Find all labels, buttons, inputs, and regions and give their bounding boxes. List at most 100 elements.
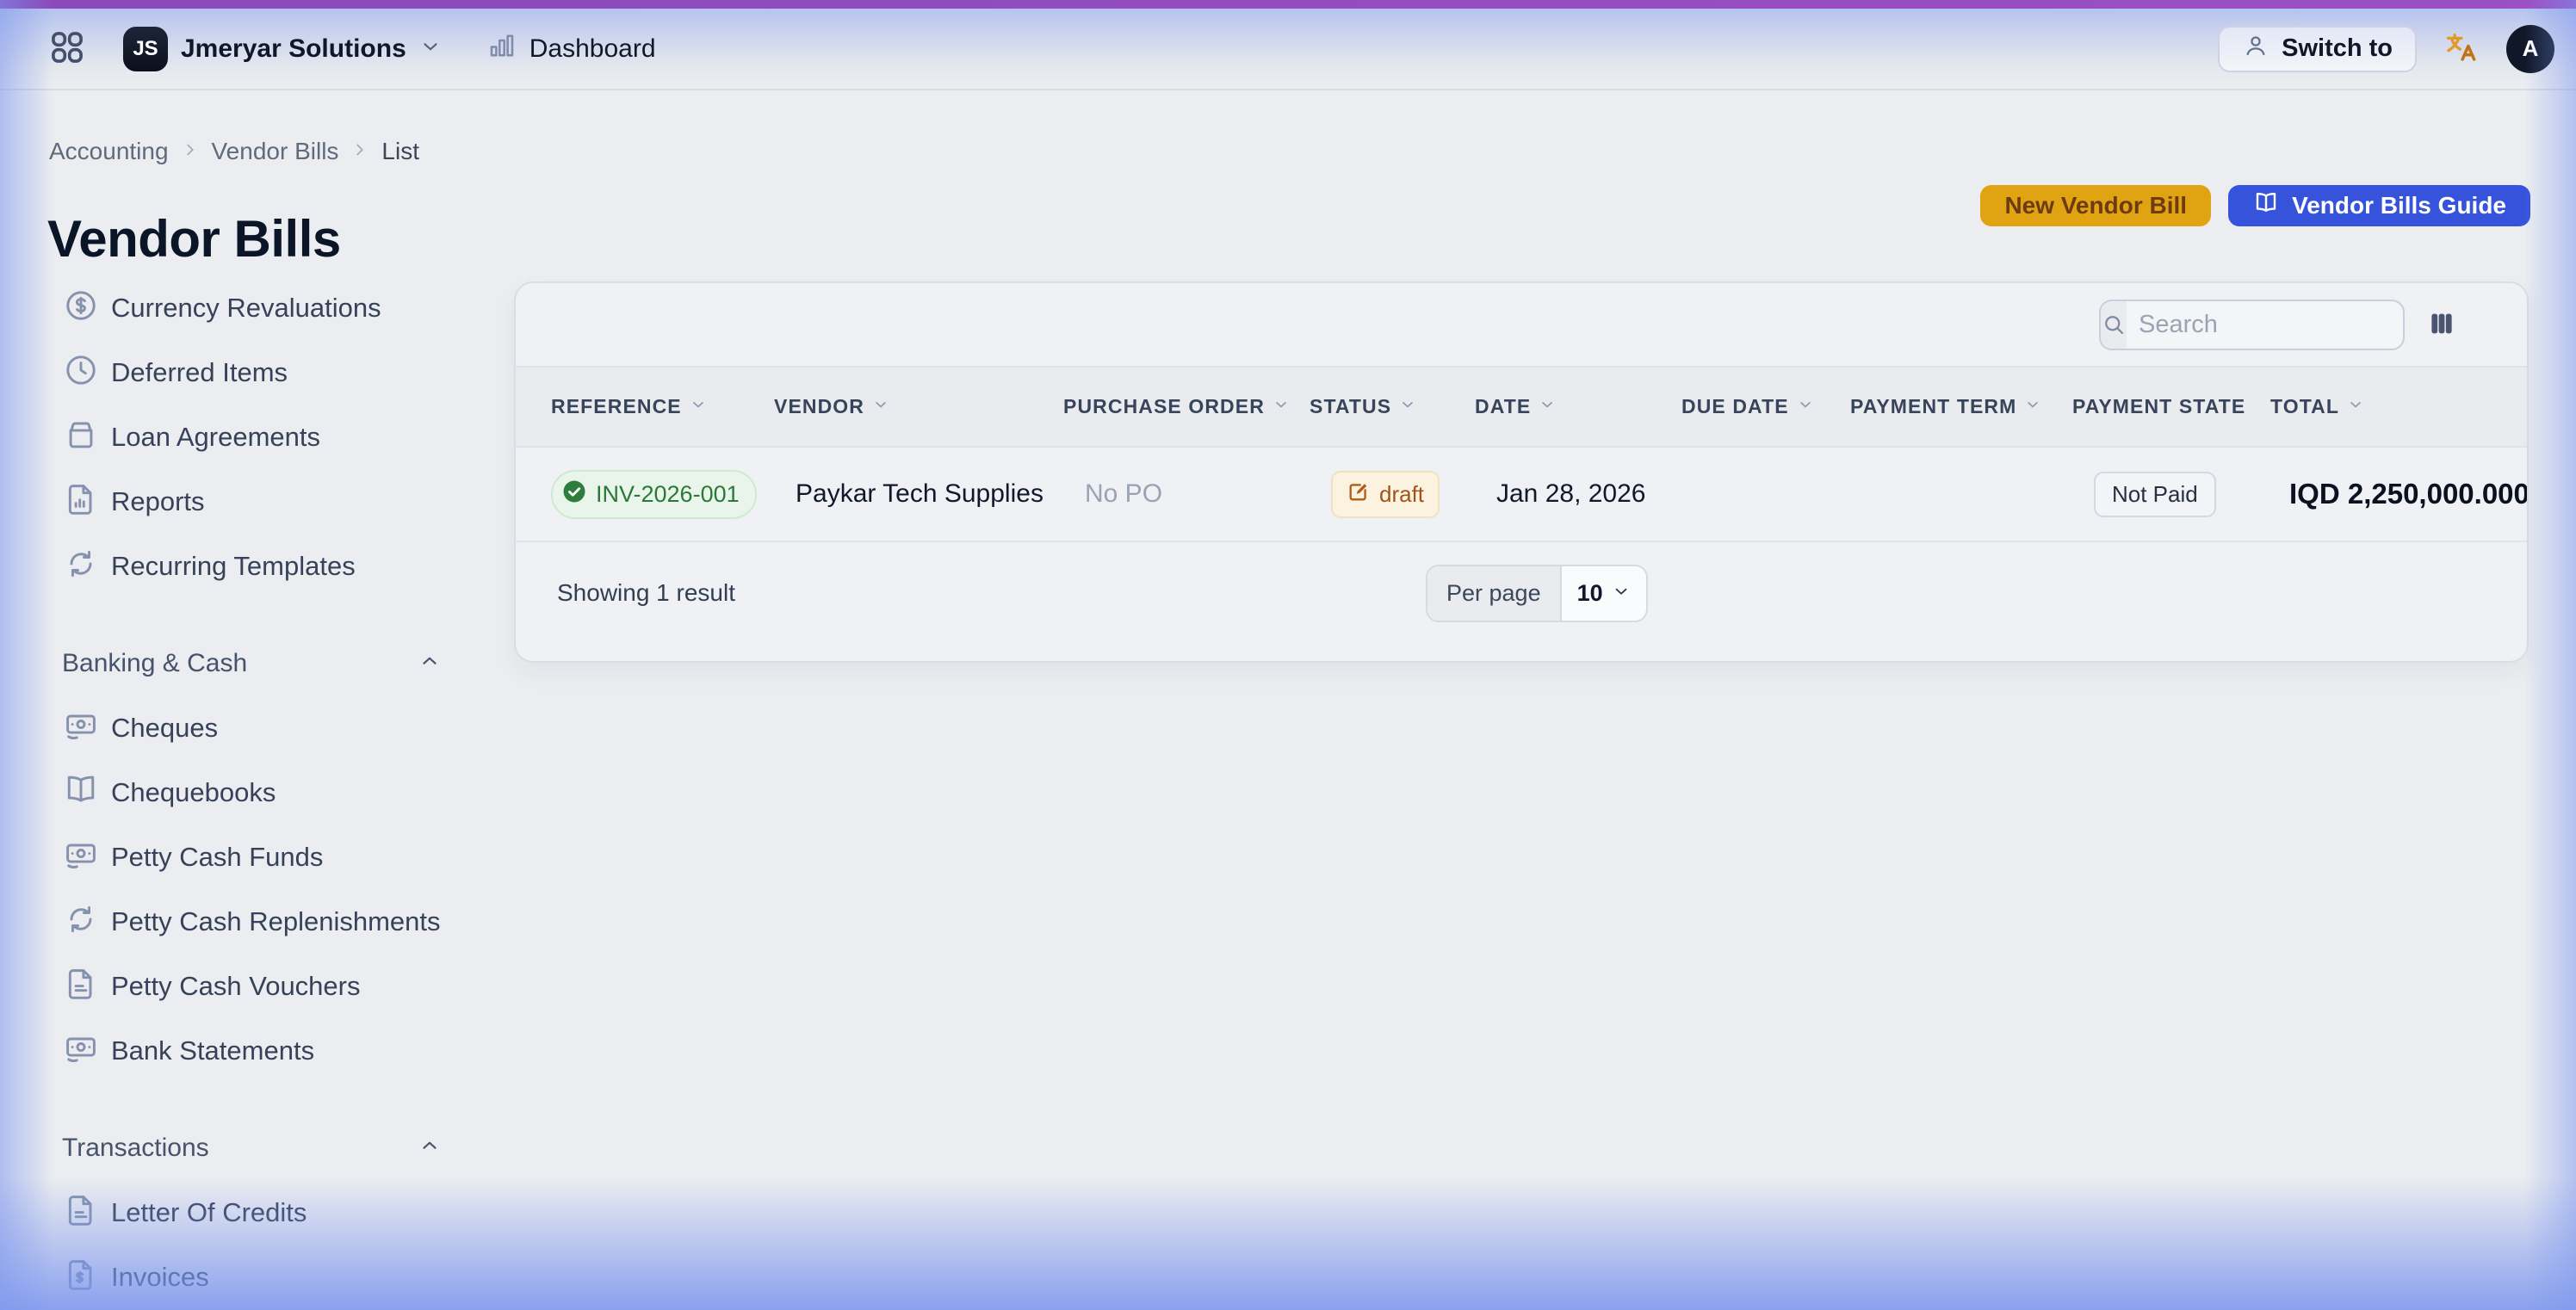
sort-chevron-icon (1797, 395, 1814, 418)
column-header-due-date[interactable]: DUE DATE (1681, 395, 1850, 418)
column-header-status[interactable]: STATUS (1310, 395, 1475, 418)
cell-reference: INV-2026-001 (551, 470, 774, 519)
sidebar-item-label: Bank Statements (111, 1035, 314, 1066)
sidebar-item-deferred-items[interactable]: Deferred Items (62, 340, 441, 405)
sidebar-item-loan-agreements[interactable]: Loan Agreements (62, 405, 441, 469)
reference-text: INV-2026-001 (596, 481, 740, 508)
breadcrumb-list: List (381, 138, 419, 165)
chevron-right-icon (181, 138, 200, 165)
column-header-total[interactable]: TOTAL (2270, 395, 2527, 418)
avatar[interactable]: A (2506, 25, 2554, 73)
banknote-icon (62, 1029, 100, 1072)
sidebar-item-letter-of-credits[interactable]: Letter Of Credits (62, 1180, 441, 1245)
sidebar-item-recurring-templates[interactable]: Recurring Templates (62, 534, 441, 598)
nav-dashboard-label: Dashboard (529, 34, 656, 64)
vendor-bills-table-card: REFERENCE VENDOR PURCHASE ORDER STATUS D… (514, 281, 2529, 663)
page-actions: New Vendor Bill Vendor Bills Guide (1980, 185, 2530, 226)
page: JS Jmeryar Solutions Dashboard (0, 0, 2576, 1310)
grid-icon (47, 28, 87, 70)
language-button[interactable] (2443, 28, 2480, 69)
cell-total: IQD 2,250,000.000 (2270, 478, 2527, 510)
refresh-icon (62, 545, 100, 587)
sidebar-item-label: Petty Cash Replenishments (111, 906, 441, 937)
translate-icon (2443, 28, 2480, 69)
new-vendor-bill-button[interactable]: New Vendor Bill (1980, 185, 2211, 226)
sidebar-item-label: Petty Cash Funds (111, 842, 323, 873)
sidebar-item-bank-statements[interactable]: Bank Statements (62, 1018, 441, 1083)
columns-icon (2427, 309, 2456, 341)
topbar-right: Switch to A (2218, 25, 2554, 73)
sidebar-item-cheques[interactable]: Cheques (62, 695, 441, 760)
status-text: draft (1379, 481, 1424, 508)
sidebar-section-title: Banking & Cash (62, 649, 247, 678)
search-input[interactable] (2127, 311, 2405, 339)
chevron-up-icon (418, 1134, 441, 1161)
clock-icon (62, 351, 100, 393)
sidebar-item-petty-cash-funds[interactable]: Petty Cash Funds (62, 825, 441, 889)
banknote-icon (62, 707, 100, 749)
breadcrumb-vendor-bills[interactable]: Vendor Bills (212, 138, 339, 165)
company-switcher[interactable]: JS Jmeryar Solutions (123, 27, 442, 71)
table-header-row: REFERENCE VENDOR PURCHASE ORDER STATUS D… (516, 366, 2527, 448)
total-amount: IQD 2,250,000.000 (2270, 478, 2529, 510)
cell-status: draft (1310, 471, 1475, 518)
column-header-date[interactable]: DATE (1475, 395, 1681, 418)
column-header-vendor[interactable]: VENDOR (774, 395, 1063, 418)
sidebar-item-chequebooks[interactable]: Chequebooks (62, 760, 441, 825)
sidebar-item-label: Recurring Templates (111, 551, 356, 582)
table-footer: Showing 1 result Per page 10 (516, 541, 2527, 663)
sidebar-item-currency-revaluations[interactable]: Currency Revaluations (62, 275, 441, 340)
cell-date: Jan 28, 2026 (1475, 479, 1681, 509)
top-accent-bar (0, 0, 2576, 9)
sidebar-item-label: Chequebooks (111, 777, 276, 808)
sidebar-item-petty-cash-vouchers[interactable]: Petty Cash Vouchers (62, 954, 441, 1018)
app-launcher-button[interactable] (47, 28, 87, 70)
breadcrumb: Accounting Vendor Bills List (49, 138, 419, 165)
switch-to-label: Switch to (2282, 34, 2393, 63)
bar-chart-icon (486, 30, 517, 68)
reference-badge: INV-2026-001 (551, 470, 757, 519)
cell-vendor: Paykar Tech Supplies (774, 479, 1063, 509)
sort-chevron-icon (1273, 395, 1290, 418)
switch-to-button[interactable]: Switch to (2218, 26, 2417, 72)
column-manager-button[interactable] (2427, 309, 2456, 341)
per-page-label: Per page (1427, 566, 1562, 621)
per-page-value[interactable]: 10 (1562, 566, 1646, 621)
cell-payment-state: Not Paid (2072, 472, 2270, 517)
table-row[interactable]: INV-2026-001 Paykar Tech Supplies No PO … (516, 448, 2527, 541)
sidebar: Currency Revaluations Deferred Items Loa… (62, 275, 441, 1309)
sort-chevron-icon (2347, 395, 2364, 418)
sidebar-section-banking-cash[interactable]: Banking & Cash (62, 631, 441, 695)
column-header-payment-term[interactable]: PAYMENT TERM (1850, 395, 2072, 418)
sidebar-item-reports[interactable]: Reports (62, 469, 441, 534)
column-header-reference[interactable]: REFERENCE (551, 395, 774, 418)
breadcrumb-accounting[interactable]: Accounting (49, 138, 169, 165)
sidebar-section-transactions[interactable]: Transactions (62, 1115, 441, 1180)
sidebar-item-label: Invoices (111, 1262, 209, 1293)
per-page-selector[interactable]: Per page 10 (1426, 565, 1648, 622)
book-open-icon (62, 771, 100, 813)
vendor-bills-guide-button[interactable]: Vendor Bills Guide (2228, 185, 2530, 226)
vendor-bills-guide-label: Vendor Bills Guide (2292, 192, 2506, 219)
document-lines-icon (62, 1191, 100, 1233)
dollar-circle-icon (62, 287, 100, 329)
pencil-square-icon (1347, 479, 1371, 510)
document-lines-icon (62, 965, 100, 1007)
sidebar-item-label: Letter Of Credits (111, 1197, 307, 1228)
column-header-payment-state: PAYMENT STATE (2072, 395, 2270, 418)
status-badge: draft (1331, 471, 1440, 518)
sidebar-item-invoices[interactable]: Invoices (62, 1245, 441, 1309)
search-box (2099, 300, 2405, 350)
cell-purchase-order: No PO (1063, 479, 1310, 509)
page-title: Vendor Bills (47, 209, 341, 269)
document-dollar-icon (62, 1256, 100, 1298)
chevron-down-icon (419, 35, 442, 62)
person-icon (2242, 32, 2269, 66)
sidebar-item-petty-cash-replenishments[interactable]: Petty Cash Replenishments (62, 889, 441, 954)
sidebar-section-title: Transactions (62, 1134, 209, 1163)
nav-dashboard[interactable]: Dashboard (486, 30, 656, 68)
topbar-left: JS Jmeryar Solutions Dashboard (47, 27, 2218, 71)
chevron-up-icon (418, 650, 441, 677)
chevron-right-icon (350, 138, 369, 165)
column-header-purchase-order[interactable]: PURCHASE ORDER (1063, 395, 1310, 418)
